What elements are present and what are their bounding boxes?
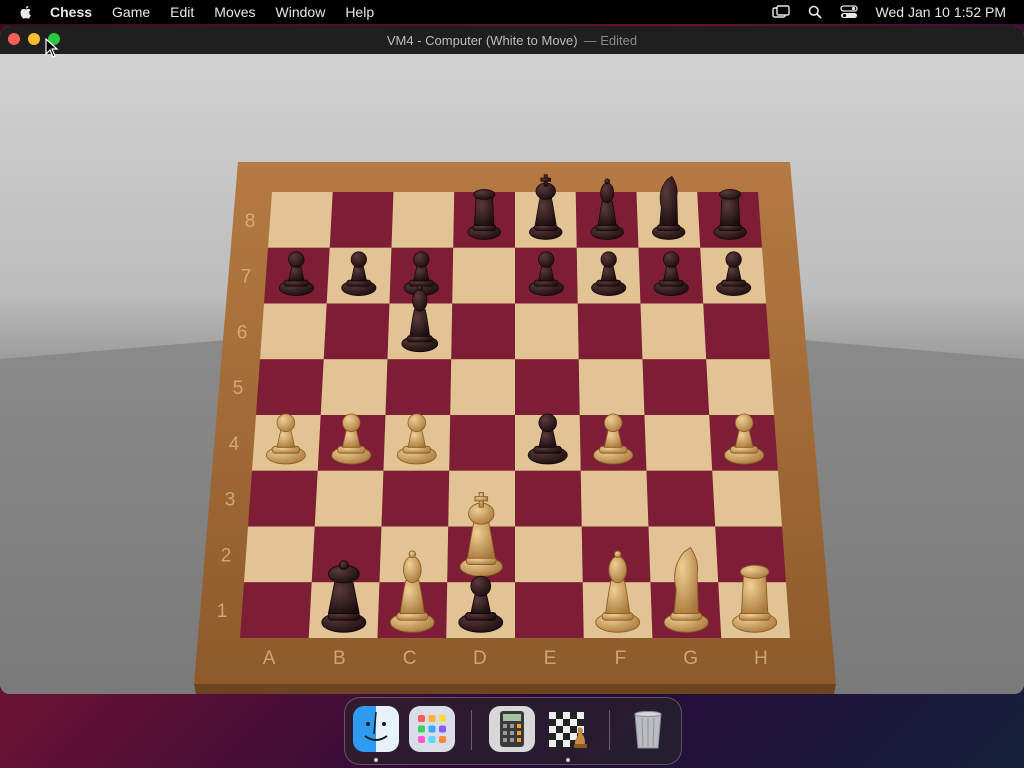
rank-label-1: 1 bbox=[217, 601, 228, 622]
file-label-g: G bbox=[683, 648, 698, 669]
chess-scene: A B C D E F G H 1 2 3 4 5 6 7 8 bbox=[0, 54, 1024, 694]
square-d4[interactable] bbox=[449, 415, 515, 471]
spotlight-search-icon[interactable] bbox=[808, 5, 822, 19]
apple-menu-icon[interactable] bbox=[18, 4, 34, 20]
square-c8[interactable] bbox=[391, 192, 455, 248]
file-label-h: H bbox=[754, 648, 768, 669]
window-title: VM4 - Computer (White to Move) bbox=[386, 32, 578, 48]
file-label-a: A bbox=[263, 648, 276, 669]
menu-clock[interactable]: Wed Jan 10 1:52 PM bbox=[876, 4, 1006, 20]
square-e2[interactable] bbox=[515, 526, 583, 583]
board-frame-edge bbox=[194, 684, 836, 694]
square-d5[interactable] bbox=[450, 359, 515, 415]
square-e6[interactable] bbox=[515, 303, 579, 360]
menu-bar: Chess Game Edit Moves Window Help Wed Ja… bbox=[0, 0, 1024, 24]
rank-label-7: 7 bbox=[241, 267, 252, 288]
mouse-cursor-icon bbox=[45, 38, 59, 58]
square-h3[interactable] bbox=[712, 470, 782, 527]
square-a6[interactable] bbox=[260, 303, 327, 360]
square-g3[interactable] bbox=[646, 470, 716, 527]
rank-label-3: 3 bbox=[225, 490, 236, 511]
close-window-button[interactable] bbox=[8, 33, 20, 45]
rank-label-5: 5 bbox=[233, 378, 244, 399]
rank-label-8: 8 bbox=[245, 211, 256, 232]
square-a8[interactable] bbox=[268, 192, 333, 248]
square-a3[interactable] bbox=[248, 470, 318, 527]
square-d7[interactable] bbox=[452, 247, 515, 304]
square-g6[interactable] bbox=[640, 303, 707, 360]
square-f3[interactable] bbox=[580, 470, 649, 527]
file-label-e: E bbox=[544, 648, 557, 669]
square-e3[interactable] bbox=[515, 470, 582, 527]
menu-window[interactable]: Window bbox=[276, 4, 326, 20]
square-g4[interactable] bbox=[644, 415, 713, 471]
calculator-icon[interactable] bbox=[489, 706, 535, 752]
square-b8[interactable] bbox=[329, 192, 394, 248]
menu-edit[interactable]: Edit bbox=[170, 4, 194, 20]
square-e5[interactable] bbox=[515, 359, 580, 415]
file-label-f: F bbox=[615, 648, 627, 669]
rank-label-4: 4 bbox=[229, 434, 240, 455]
square-d6[interactable] bbox=[451, 303, 515, 360]
dock bbox=[344, 697, 682, 765]
finder-icon[interactable] bbox=[353, 706, 399, 752]
menu-help[interactable]: Help bbox=[345, 4, 374, 20]
menu-app-chess[interactable]: Chess bbox=[50, 4, 92, 20]
menu-game[interactable]: Game bbox=[112, 4, 150, 20]
rank-label-6: 6 bbox=[237, 322, 248, 343]
screen-mirroring-icon[interactable] bbox=[771, 5, 790, 19]
square-a1[interactable] bbox=[240, 582, 312, 638]
chess-board[interactable]: A B C D E F G H 1 2 3 4 5 6 7 8 bbox=[0, 54, 1024, 694]
menu-moves[interactable]: Moves bbox=[214, 4, 255, 20]
chess-window: VM4 - Computer (White to Move) — Edited bbox=[0, 26, 1024, 694]
rank-label-2: 2 bbox=[221, 545, 232, 566]
launchpad-icon[interactable] bbox=[409, 706, 455, 752]
control-center-icon[interactable] bbox=[839, 5, 858, 19]
square-f6[interactable] bbox=[577, 303, 643, 360]
square-a5[interactable] bbox=[256, 359, 324, 415]
window-titlebar[interactable]: VM4 - Computer (White to Move) — Edited bbox=[0, 26, 1024, 54]
file-label-b: B bbox=[333, 648, 346, 669]
square-e1[interactable] bbox=[515, 582, 584, 638]
square-b5[interactable] bbox=[320, 359, 388, 415]
file-label-d: D bbox=[473, 648, 487, 669]
square-b3[interactable] bbox=[314, 470, 384, 527]
square-a2[interactable] bbox=[244, 526, 315, 583]
minimize-window-button[interactable] bbox=[28, 33, 40, 45]
trash-icon[interactable] bbox=[625, 706, 671, 752]
square-b6[interactable] bbox=[323, 303, 390, 360]
square-f5[interactable] bbox=[578, 359, 645, 415]
square-h6[interactable] bbox=[703, 303, 770, 360]
chess-icon[interactable] bbox=[545, 706, 591, 752]
square-c5[interactable] bbox=[385, 359, 452, 415]
square-h5[interactable] bbox=[706, 359, 774, 415]
square-g5[interactable] bbox=[642, 359, 710, 415]
file-label-c: C bbox=[403, 648, 417, 669]
edited-status: — Edited bbox=[583, 32, 638, 48]
square-c3[interactable] bbox=[381, 470, 450, 527]
